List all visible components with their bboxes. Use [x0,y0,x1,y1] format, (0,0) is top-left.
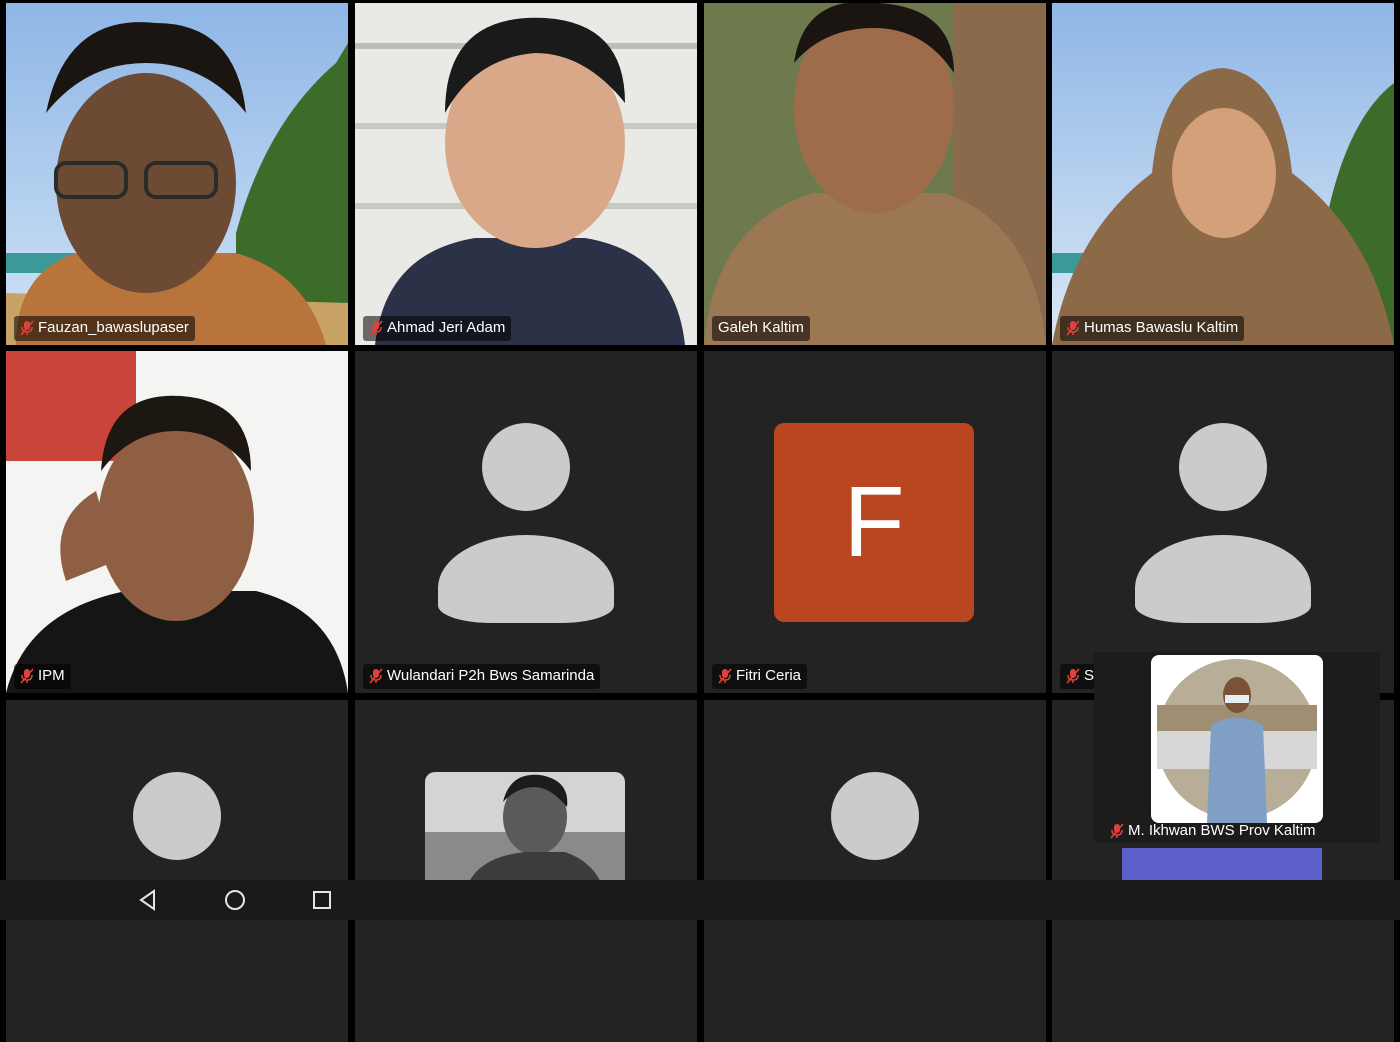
participant-video [6,3,348,345]
mic-muted-icon [718,668,732,684]
default-avatar-head [482,423,570,511]
video-tile-ipm[interactable]: IPM [6,351,348,693]
video-tile-galeh[interactable]: Galeh Kaltim [704,3,1046,345]
participant-name-label: Fitri Ceria [712,664,808,689]
default-avatar-body [1135,535,1311,623]
video-tile-row3-1[interactable] [6,700,348,1042]
floating-self-view[interactable]: M. Ikhwan BWS Prov Kaltim [1094,652,1380,842]
mic-muted-icon [369,320,383,336]
participant-name: S [1084,667,1095,684]
video-tile-s[interactable]: S [1052,351,1394,693]
video-tile-humas[interactable]: Humas Bawaslu Kaltim [1052,3,1394,345]
participant-name: Wulandari P2h Bws Samarinda [387,667,595,684]
video-tile-ahmad[interactable]: Ahmad Jeri Adam [355,3,697,345]
video-tile-row3-2[interactable] [355,700,697,1042]
participant-name: IPM [38,667,65,684]
mic-muted-icon [1066,668,1080,684]
avatar-initial: F [843,466,905,578]
participant-video [704,3,1046,345]
back-icon[interactable] [136,888,160,912]
participant-video [1052,3,1394,345]
default-avatar-head [831,772,919,860]
participant-name-label: Humas Bawaslu Kaltim [1060,316,1245,341]
participant-name: Fitri Ceria [736,667,802,684]
system-navigation-bar [0,880,1400,920]
participant-video [6,351,348,693]
mic-muted-icon [20,320,34,336]
video-tile-fitri[interactable]: F Fitri Ceria [704,351,1046,693]
video-tile-row3-3[interactable] [704,700,1046,1042]
mic-muted-icon [369,668,383,684]
video-tile-wulandari[interactable]: Wulandari P2h Bws Samarinda [355,351,697,693]
participant-name: Galeh Kaltim [718,319,804,336]
participant-name: Ahmad Jeri Adam [387,319,506,336]
participant-name: Fauzan_bawaslupaser [38,319,189,336]
mic-muted-icon [1066,320,1080,336]
initial-avatar: F [774,423,974,622]
participant-name-label: Galeh Kaltim [712,316,810,341]
default-avatar-head [1179,423,1267,511]
participant-name-label: Wulandari P2h Bws Samarinda [363,664,601,689]
mic-muted-icon [20,668,34,684]
default-avatar-head [133,772,221,860]
self-view-photo [1157,659,1317,823]
participant-video [355,3,697,345]
default-avatar-body [438,535,614,623]
home-icon[interactable] [223,888,247,912]
recents-icon[interactable] [310,888,334,912]
self-view-name: M. Ikhwan BWS Prov Kaltim [1128,822,1316,839]
participant-name-label: Ahmad Jeri Adam [363,316,512,341]
video-tile-fauzan[interactable]: Fauzan_bawaslupaser [6,3,348,345]
self-view-photo-frame [1151,655,1323,823]
self-view-name-label: M. Ikhwan BWS Prov Kaltim [1110,822,1316,839]
mic-muted-icon [1110,822,1124,839]
participant-name-label: IPM [14,664,71,689]
participant-name: Humas Bawaslu Kaltim [1084,319,1239,336]
profile-photo [425,772,625,892]
participant-name-label: Fauzan_bawaslupaser [14,316,195,341]
